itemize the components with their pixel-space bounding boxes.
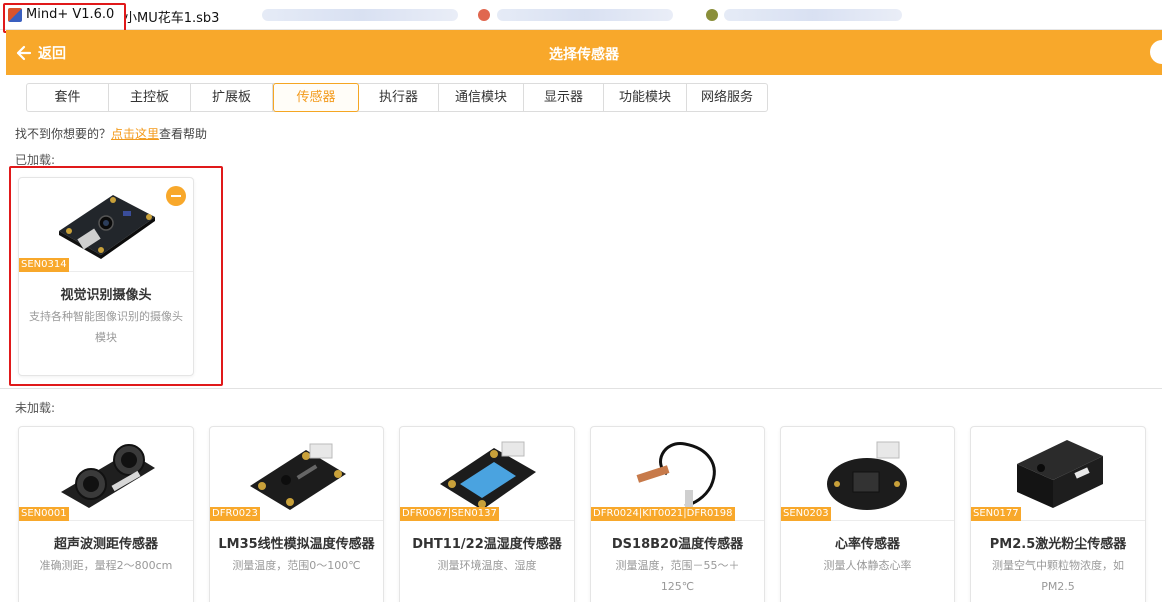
- help-suffix: 查看帮助: [159, 127, 208, 141]
- tab-expansion-board[interactable]: 扩展板: [191, 84, 273, 111]
- unloaded-label: 未加载:: [15, 401, 56, 415]
- section-divider: [0, 388, 1162, 389]
- card-title: 视觉识别摄像头: [60, 288, 152, 303]
- card-description: 测量人体静态心率: [823, 559, 912, 572]
- tab-mainboard[interactable]: 主控板: [109, 84, 191, 111]
- category-tabs: 套件 主控板 扩展板 传感器 执行器 通信模块 显示器 功能模块 网络服务: [26, 83, 768, 112]
- loaded-label: 已加载:: [15, 153, 56, 167]
- help-link[interactable]: 点击这里: [111, 127, 159, 141]
- app-window: Mind+ V1.6.0 小MU花车1.sb3 返回 选择传感器 套件 主控板 …: [0, 0, 1162, 602]
- card-code: DFR0024|KIT0021|DFR0198: [591, 507, 735, 521]
- lm35-sensor-icon: [249, 443, 346, 510]
- page-title: 选择传感器: [549, 47, 619, 63]
- sensor-card-lm35[interactable]: DFR0023 LM35线性模拟温度传感器 测量温度，范围0～100℃: [209, 426, 384, 602]
- tab-network-services[interactable]: 网络服务: [687, 84, 767, 111]
- tab-kit[interactable]: 套件: [27, 84, 109, 111]
- title-bar: Mind+ V1.6.0 小MU花车1.sb3: [0, 0, 1162, 33]
- file-name: 小MU花车1.sb3: [124, 11, 220, 26]
- remove-button[interactable]: [166, 186, 186, 206]
- card-description: 测量环境温度、湿度: [437, 559, 537, 572]
- ultrasonic-sensor-icon: [61, 443, 155, 508]
- heart-rate-sensor-icon: [826, 441, 907, 510]
- highlight-box-title: [3, 3, 126, 33]
- card-code: SEN0203: [781, 507, 831, 521]
- dialog-header: 返回 选择传感器: [6, 30, 1162, 75]
- card-title: DHT11/22温湿度传感器: [412, 537, 562, 552]
- card-code: DFR0023: [210, 507, 260, 521]
- tab-display[interactable]: 显示器: [524, 84, 604, 111]
- blurred-tab: [724, 9, 902, 21]
- ds18b20-probe-icon: [636, 441, 716, 510]
- tab-communication[interactable]: 通信模块: [439, 84, 524, 111]
- blurred-tab: [497, 9, 673, 21]
- card-title: 心率传感器: [834, 537, 900, 552]
- loaded-card-camera[interactable]: SEN0314 视觉识别摄像头 支持各种智能图像识别的摄像头模块: [18, 177, 194, 376]
- tab-actuators[interactable]: 执行器: [359, 84, 439, 111]
- card-description: 支持各种智能图像识别的摄像头模块: [29, 310, 183, 344]
- card-title: PM2.5激光粉尘传感器: [989, 537, 1127, 552]
- sensor-card-ultrasonic[interactable]: SEN0001 超声波测距传感器 准确测距，量程2～800cm: [18, 426, 194, 602]
- blurred-tab-icon: [706, 9, 718, 21]
- help-prefix: 找不到你想要的？: [15, 127, 112, 141]
- card-code: SEN0177: [971, 507, 1021, 521]
- card-description: 测量温度，范围0～100℃: [232, 559, 361, 572]
- blurred-tab: [262, 9, 458, 21]
- blurred-tab-icon: [478, 9, 490, 21]
- card-code: DFR0067|SEN0137: [400, 507, 499, 521]
- help-text: 找不到你想要的？点击这里查看帮助: [15, 125, 207, 142]
- sensor-card-heart-rate[interactable]: SEN0203 心率传感器 测量人体静态心率: [780, 426, 955, 602]
- card-title: DS18B20温度传感器: [611, 537, 744, 552]
- card-code: SEN0001: [19, 507, 69, 521]
- dht11-sensor-icon: [440, 441, 536, 510]
- pm25-sensor-icon: [1017, 439, 1103, 508]
- card-title: LM35线性模拟温度传感器: [218, 537, 375, 552]
- card-description: 准确测距，量程2～800cm: [39, 559, 173, 572]
- camera-module-icon: [59, 194, 155, 259]
- card-title: 超声波测距传感器: [53, 537, 158, 552]
- card-description: 测量空气中颗粒物浓度，如PM2.5: [992, 559, 1124, 593]
- card-description: 测量温度，范围－55～＋125℃: [615, 559, 740, 593]
- tab-sensors[interactable]: 传感器: [273, 83, 359, 112]
- sensor-card-ds18b20[interactable]: DFR0024|KIT0021|DFR0198 DS18B20温度传感器 测量温…: [590, 426, 765, 602]
- sensor-card-pm25[interactable]: SEN0177 PM2.5激光粉尘传感器 测量空气中颗粒物浓度，如PM2.5: [970, 426, 1146, 602]
- tab-function-modules[interactable]: 功能模块: [604, 84, 687, 111]
- sensor-card-dht11[interactable]: DFR0067|SEN0137 DHT11/22温湿度传感器 测量环境温度、湿度: [399, 426, 575, 602]
- card-code: SEN0314: [19, 258, 69, 272]
